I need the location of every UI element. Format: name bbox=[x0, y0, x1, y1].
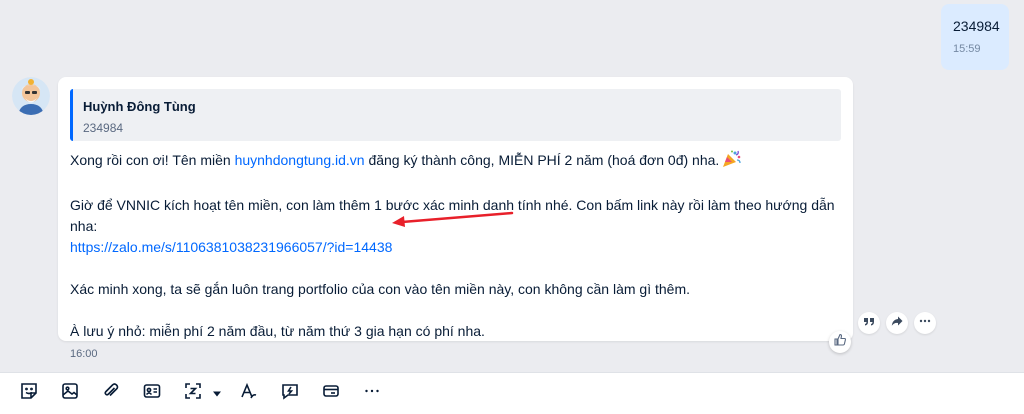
my-message-text: 234984 bbox=[953, 18, 1000, 34]
more-actions-button[interactable] bbox=[914, 312, 936, 334]
text-format-button[interactable] bbox=[232, 379, 266, 409]
screenshot-button[interactable] bbox=[176, 379, 210, 409]
screenshot-icon bbox=[184, 382, 202, 405]
transfer-button[interactable] bbox=[314, 379, 348, 409]
forward-button[interactable] bbox=[886, 312, 908, 334]
composer-toolbar bbox=[0, 372, 1024, 414]
urgent-icon bbox=[281, 382, 299, 405]
message-line-4: À lưu ý nhỏ: miễn phí 2 năm đầu, từ năm … bbox=[70, 323, 485, 339]
quote-text: 234984 bbox=[83, 121, 124, 135]
more-tools-button[interactable] bbox=[355, 379, 389, 409]
urgent-message-button[interactable] bbox=[273, 379, 307, 409]
attachment-icon bbox=[102, 382, 120, 405]
party-popper-icon bbox=[721, 150, 741, 174]
thumbs-up-icon bbox=[833, 333, 847, 352]
more-icon bbox=[363, 382, 381, 405]
message-line-1: Xong rồi con ơi! Tên miền huynhdongtung.… bbox=[70, 150, 841, 174]
my-message-bubble[interactable]: 234984 15:59 bbox=[941, 4, 1009, 70]
verification-link[interactable]: https://zalo.me/s/1106381038231966057/?i… bbox=[70, 239, 392, 255]
line1-text-after: đăng ký thành công, MIỄN PHÍ 2 năm (hoá … bbox=[364, 152, 720, 168]
quote-button[interactable] bbox=[858, 312, 880, 334]
more-icon bbox=[919, 314, 931, 332]
sticker-icon bbox=[20, 382, 38, 405]
contact-card-button[interactable] bbox=[135, 379, 169, 409]
image-button[interactable] bbox=[53, 379, 87, 409]
message-body: Xong rồi con ơi! Tên miền huynhdongtung.… bbox=[70, 150, 841, 342]
attach-file-button[interactable] bbox=[94, 379, 128, 409]
dropdown-caret-icon bbox=[212, 385, 222, 403]
like-button[interactable] bbox=[829, 331, 851, 353]
forward-icon bbox=[891, 314, 903, 332]
quote-sender-name: Huỳnh Đông Tùng bbox=[83, 99, 196, 114]
message-line-3: Xác minh xong, ta sẽ gắn luôn trang port… bbox=[70, 281, 690, 297]
contact-card-icon bbox=[143, 382, 161, 405]
message-actions bbox=[858, 312, 936, 334]
line1-text-before: Xong rồi con ơi! Tên miền bbox=[70, 152, 235, 168]
avatar[interactable] bbox=[12, 77, 50, 115]
quote-icon bbox=[863, 314, 875, 332]
quoted-message[interactable]: Huỳnh Đông Tùng 234984 bbox=[70, 89, 841, 141]
sticker-button[interactable] bbox=[12, 379, 46, 409]
screenshot-options-dropdown[interactable] bbox=[210, 379, 224, 409]
my-message-time: 15:59 bbox=[953, 43, 981, 55]
transfer-icon bbox=[322, 382, 340, 405]
message-time: 16:00 bbox=[70, 348, 98, 360]
text-format-icon bbox=[240, 382, 258, 405]
annotation-arrow bbox=[390, 207, 515, 234]
image-icon bbox=[61, 382, 79, 405]
domain-link[interactable]: huynhdongtung.id.vn bbox=[235, 152, 365, 168]
